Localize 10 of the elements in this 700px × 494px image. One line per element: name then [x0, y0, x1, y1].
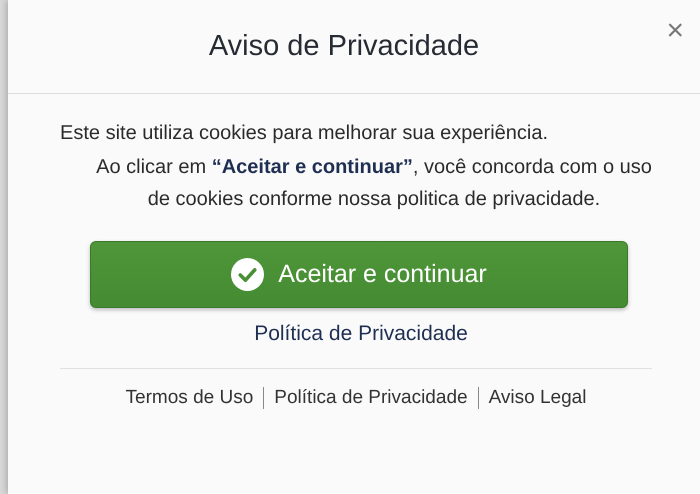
footer-link[interactable]: Aviso Legal	[478, 387, 596, 409]
privacy-policy-link[interactable]: Política de Privacidade	[254, 322, 468, 346]
footer-link[interactable]: Termos de Uso	[116, 387, 264, 409]
dialog-title: Aviso de Privacidade	[208, 30, 480, 63]
accept-button[interactable]: Aceitar e continuar	[90, 241, 628, 308]
close-button[interactable]: ×	[664, 16, 686, 46]
check-circle-icon	[231, 258, 264, 291]
footer-link[interactable]: Política de Privacidade	[263, 387, 478, 409]
intro-text: Este site utiliza cookies para melhorar sua experiência.	[60, 122, 548, 145]
consent-text: Ao clicar em “Aceitar e continuar”, você concorda com o uso de cookies conforme nossa politica de privacidade.	[95, 155, 653, 212]
